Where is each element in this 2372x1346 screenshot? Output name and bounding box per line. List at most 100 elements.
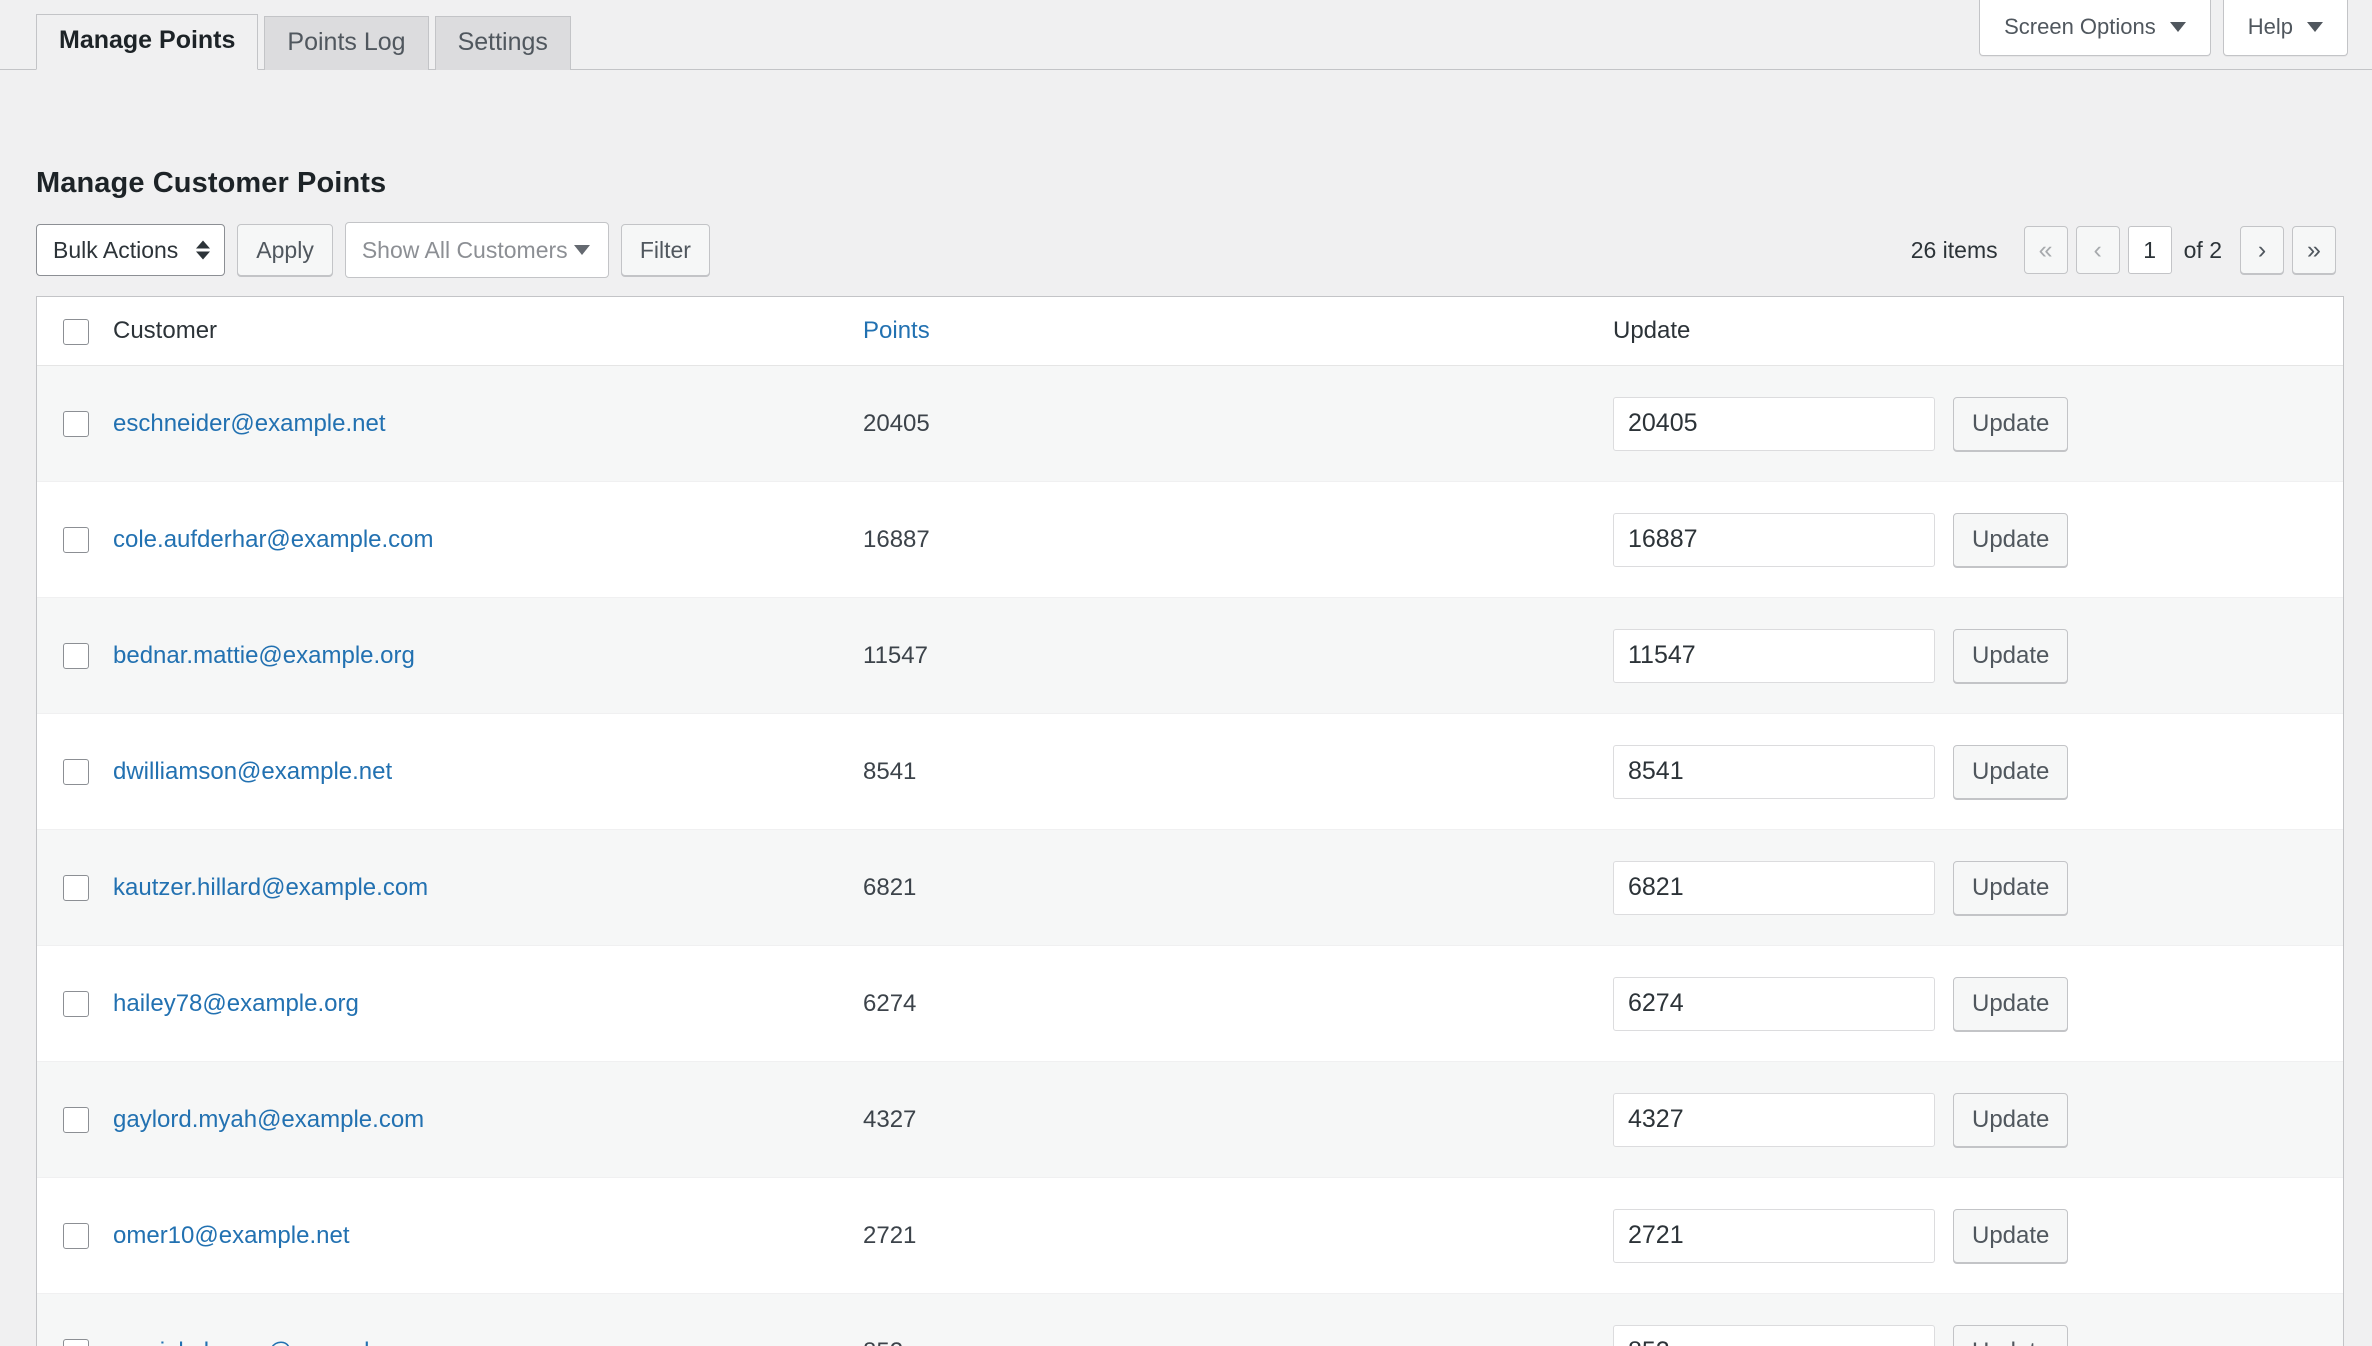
bulk-actions-select[interactable]: Bulk Actions [36,224,226,276]
customer-cell: gaylord.myah@example.com [113,1062,863,1178]
points-input[interactable] [1613,1092,1935,1147]
chevron-down-icon [573,245,590,255]
pagination: 26 items « ‹ 1 of 2 › » [1911,226,2336,274]
points-input[interactable] [1613,1324,1935,1346]
customer-cell: dwilliamson@example.net [113,714,863,830]
table-row: eschneider@example.net 20405 Update [37,365,2343,482]
row-select-cell [37,714,113,830]
first-page-button[interactable]: « [2023,226,2068,274]
customer-cell: kautzer.hillard@example.com [113,830,863,946]
update-cell: Update [1613,830,2343,946]
tab-manage-points[interactable]: Manage Points [36,14,259,70]
points-input[interactable] [1613,744,1935,799]
row-update-button[interactable]: Update [1953,1092,2069,1147]
customer-email-link[interactable]: omer10@example.net [113,1222,349,1249]
row-select-cell [37,946,113,1062]
points-table-container: Customer Points Update eschneider@exampl… [36,296,2344,1346]
row-checkbox[interactable] [63,643,89,670]
tab-list: Manage Points Points Log Settings [0,14,2372,70]
customer-cell: cole.aufderhar@example.com [113,482,863,598]
row-checkbox[interactable] [63,759,89,786]
customer-email-link[interactable]: cole.aufderhar@example.com [113,526,434,553]
customer-email-link[interactable]: dwilliamson@example.net [113,758,392,785]
last-page-button[interactable]: » [2292,226,2336,274]
update-cell: Update [1613,946,2343,1062]
prev-page-button[interactable]: ‹ [2075,226,2120,274]
sort-points-link[interactable]: Points [863,317,930,344]
points-input[interactable] [1613,512,1935,567]
row-select-cell [37,1062,113,1178]
customer-email-link[interactable]: hailey78@example.org [113,990,359,1017]
points-value-cell: 20405 [863,409,930,437]
customer-filter-value: Show All Customers [361,236,568,263]
update-cell: Update [1613,1178,2343,1294]
customer-email-link[interactable]: graciela.bosco@example.com [113,1338,435,1346]
row-checkbox[interactable] [63,527,89,554]
points-value-cell: 6274 [863,989,917,1017]
row-update-button[interactable]: Update [1953,396,2069,451]
bulk-actions-label: Bulk Actions [53,236,179,263]
table-body: eschneider@example.net20405Updatecole.au… [37,365,2343,1346]
bulk-actions-area: Bulk Actions Apply Show All Customers Fi… [36,222,710,278]
row-select-cell [37,1294,113,1346]
items-count: 26 items [1910,236,1998,263]
row-checkbox[interactable] [63,1339,89,1346]
row-update-button[interactable]: Update [1953,860,2069,915]
update-cell: Update [1613,366,2343,482]
customer-cell: graciela.bosco@example.com [113,1294,863,1346]
row-checkbox[interactable] [63,411,89,438]
next-page-button[interactable]: › [2240,226,2284,274]
row-update-button[interactable]: Update [1953,512,2069,567]
row-update-button[interactable]: Update [1953,744,2069,799]
customer-email-link[interactable]: gaylord.myah@example.com [113,1106,424,1133]
page-title: Manage Customer Points [36,167,387,200]
row-checkbox[interactable] [63,1223,89,1250]
table-row: bednar.mattie@example.org 11547 Update [37,597,2343,714]
row-checkbox[interactable] [63,1107,89,1134]
table-row: cole.aufderhar@example.com 16887 Update [37,482,2343,598]
customer-filter-select[interactable]: Show All Customers [344,222,609,278]
row-select-cell [37,482,113,598]
points-value-cell: 6821 [863,873,917,901]
update-cell: Update [1613,1062,2343,1178]
filter-button[interactable]: Filter [620,224,710,276]
customer-email-link[interactable]: kautzer.hillard@example.com [113,874,428,901]
apply-button[interactable]: Apply [237,224,333,276]
update-cell: Update [1613,482,2343,598]
table-row: hailey78@example.org 6274 Update [37,946,2343,1062]
row-update-button[interactable]: Update [1953,628,2069,683]
points-table: Customer Points Update eschneider@exampl… [37,297,2343,1346]
update-cell: Update [1613,1294,2343,1346]
row-update-button[interactable]: Update [1953,1208,2069,1263]
customer-cell: omer10@example.net [113,1178,863,1294]
select-all-checkbox[interactable] [63,318,89,345]
points-input[interactable] [1613,396,1935,451]
table-row: omer10@example.net 2721 Update [37,1178,2343,1294]
row-update-button[interactable]: Update [1953,1324,2069,1346]
customer-cell: eschneider@example.net [113,366,863,482]
points-input[interactable] [1613,1208,1935,1263]
row-update-button[interactable]: Update [1953,976,2069,1031]
table-row: dwilliamson@example.net 8541 Update [37,714,2343,830]
customer-cell: hailey78@example.org [113,946,863,1062]
points-input[interactable] [1613,628,1935,683]
table-row: gaylord.myah@example.com 4327 Update [37,1061,2343,1178]
row-checkbox[interactable] [63,875,89,902]
column-header-points: Points [863,297,1613,366]
select-all-header [37,297,113,366]
points-value-cell: 8541 [863,757,917,785]
column-header-update: Update [1613,297,2343,366]
points-input[interactable] [1613,976,1935,1031]
points-value-cell: 852 [863,1294,1613,1346]
row-checkbox[interactable] [63,991,89,1018]
tab-settings[interactable]: Settings [434,16,571,70]
points-input[interactable] [1613,860,1935,915]
customer-cell: bednar.mattie@example.org [113,598,863,714]
customer-email-link[interactable]: eschneider@example.net [113,410,386,437]
current-page-input[interactable]: 1 [2127,226,2172,274]
row-select-cell [37,1178,113,1294]
points-value-cell: 2721 [863,1221,917,1249]
points-value-cell: 11547 [863,641,928,669]
customer-email-link[interactable]: bednar.mattie@example.org [113,642,415,669]
tab-points-log[interactable]: Points Log [264,16,429,70]
